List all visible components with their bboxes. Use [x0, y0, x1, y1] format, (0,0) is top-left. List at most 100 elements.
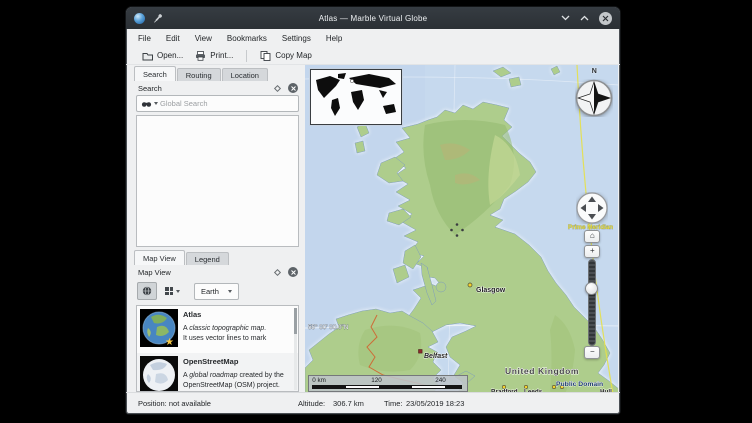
close-panel-button[interactable] [288, 83, 298, 93]
scale-start-label: 0 km [312, 377, 326, 384]
main-toolbar: Open... Print... Copy Map [126, 47, 620, 65]
map-scale-bar: 0 km 120 240 [308, 375, 468, 392]
title-bar[interactable]: Atlas — Marble Virtual Globe [126, 7, 620, 29]
glasgow-label: Glasgow [476, 287, 506, 294]
maximize-button chevron-up-icon[interactable] [580, 15, 589, 21]
open-button[interactable]: Open... [136, 50, 189, 62]
menu-help[interactable]: Help [326, 34, 342, 43]
search-input-row [136, 95, 299, 112]
theme-description-line2: It uses vector lines to mark [183, 334, 266, 344]
grid-view-button[interactable] [161, 282, 184, 300]
grid-icon [165, 287, 173, 295]
minimize-button chevron-down-icon[interactable] [561, 15, 570, 21]
belfast-city-dot [419, 350, 423, 354]
menu-bookmarks[interactable]: Bookmarks [227, 34, 267, 43]
menu-edit[interactable]: Edit [166, 34, 180, 43]
globe-icon [142, 286, 152, 296]
tab-search[interactable]: Search [134, 66, 176, 81]
status-position: Position: not available [138, 399, 211, 408]
compass-north-label: N [592, 68, 597, 79]
theme-list-scrollbar[interactable] [294, 308, 297, 390]
global-search-field[interactable] [136, 95, 299, 112]
printer-icon [195, 51, 206, 61]
map-view-panel-title: Map View [138, 268, 171, 277]
print-button[interactable]: Print... [189, 50, 239, 62]
home-button[interactable]: ⌂ [584, 230, 600, 243]
search-options-caret-icon[interactable] [154, 102, 158, 105]
view-mode-caret-icon[interactable] [176, 290, 180, 293]
tab-map-view[interactable]: Map View [134, 250, 185, 265]
marble-window: Atlas — Marble Virtual Globe File Edit V… [125, 6, 621, 415]
list-item-atlas[interactable]: ★ Atlas A classic topographic map. It us… [137, 306, 298, 353]
float-panel-icon[interactable] [274, 84, 281, 91]
select-caret-icon [228, 290, 232, 293]
theme-name: OpenStreetMap [183, 357, 284, 368]
binoculars-icon [141, 100, 152, 108]
map-viewport[interactable]: 55° 00' 00.0"N Glasgow Belfast United Ki… [305, 65, 618, 392]
toolbar-separator [246, 50, 247, 62]
status-time-value: 23/05/2019 18:23 [406, 399, 464, 408]
search-input[interactable] [160, 99, 294, 108]
copy-icon [260, 51, 271, 61]
pan-navigation-pad[interactable] [576, 192, 608, 224]
menu-bar: File Edit View Bookmarks Settings Help [126, 29, 620, 47]
theme-name: Atlas [183, 310, 266, 321]
dock-top-tabs: Search Routing Location [132, 65, 303, 81]
globe-projection-button[interactable] [137, 282, 157, 300]
glasgow-city-dot [468, 283, 472, 287]
osm-thumbnail [140, 356, 178, 392]
left-dock: Search Routing Location Search Map View [132, 65, 303, 392]
close-icon [291, 86, 296, 91]
scale-ruler [312, 385, 462, 389]
theme-description: A global roadmap created by the [183, 371, 284, 381]
atlas-thumbnail: ★ [140, 309, 178, 347]
map-view-panel-header: Map View [132, 265, 303, 279]
minus-icon: − [590, 347, 595, 356]
latitude-label: 55° 00' 00.0"N [308, 323, 349, 331]
menu-settings[interactable]: Settings [282, 34, 311, 43]
status-altitude-label: Altitude: [298, 399, 325, 408]
zoom-in-button[interactable]: + [584, 245, 600, 258]
overview-world-map[interactable] [310, 69, 402, 125]
menu-view[interactable]: View [195, 34, 212, 43]
home-icon: ⌂ [590, 231, 595, 240]
marble-app-icon [134, 13, 145, 24]
menu-file[interactable]: File [138, 34, 151, 43]
status-bar: Position: not available Altitude: 306.7 … [126, 392, 620, 414]
attribution-label[interactable]: Public Domain [556, 381, 603, 388]
zoom-slider-track[interactable] [588, 259, 596, 346]
compass-rose-icon[interactable] [575, 79, 613, 117]
folder-icon [142, 51, 153, 61]
search-results-list[interactable] [136, 115, 299, 247]
scrollbar-thumb[interactable] [294, 308, 297, 334]
belfast-label: Belfast [424, 353, 448, 360]
compass-widget[interactable]: N [575, 68, 613, 119]
dock-bottom-tabs: Map View Legend [132, 249, 303, 265]
scale-mid-label: 120 [371, 377, 382, 384]
status-time-label: Time: [384, 399, 402, 408]
map-view-controls: Earth [132, 279, 303, 303]
tab-legend[interactable]: Legend [186, 252, 229, 265]
search-panel-header: Search [132, 81, 303, 95]
close-icon [602, 15, 609, 22]
favorite-star-icon: ★ [165, 337, 174, 347]
main-content: Search Routing Location Search Map View [126, 65, 620, 392]
close-panel-button[interactable] [288, 267, 298, 277]
window-title: Atlas — Marble Virtual Globe [244, 14, 502, 23]
list-item-openstreetmap[interactable]: OpenStreetMap A global roadmap created b… [137, 353, 298, 392]
copy-map-button[interactable]: Copy Map [254, 50, 317, 62]
status-altitude-value: 306.7 km [333, 399, 364, 408]
close-icon [291, 270, 296, 275]
plus-icon: + [590, 246, 595, 255]
tab-location[interactable]: Location [222, 68, 268, 81]
zoom-out-button[interactable]: − [584, 346, 600, 359]
map-theme-list: ★ Atlas A classic topographic map. It us… [136, 305, 299, 392]
current-view-marker [351, 79, 354, 82]
float-panel-icon[interactable] [274, 268, 281, 275]
pin-icon[interactable] [152, 13, 163, 24]
celestial-body-select[interactable]: Earth [194, 283, 239, 300]
theme-description-line2: OpenStreetMap (OSM) project. [183, 381, 284, 391]
theme-description: A classic topographic map. [183, 324, 266, 334]
tab-routing[interactable]: Routing [177, 68, 221, 81]
close-button[interactable] [599, 12, 612, 25]
